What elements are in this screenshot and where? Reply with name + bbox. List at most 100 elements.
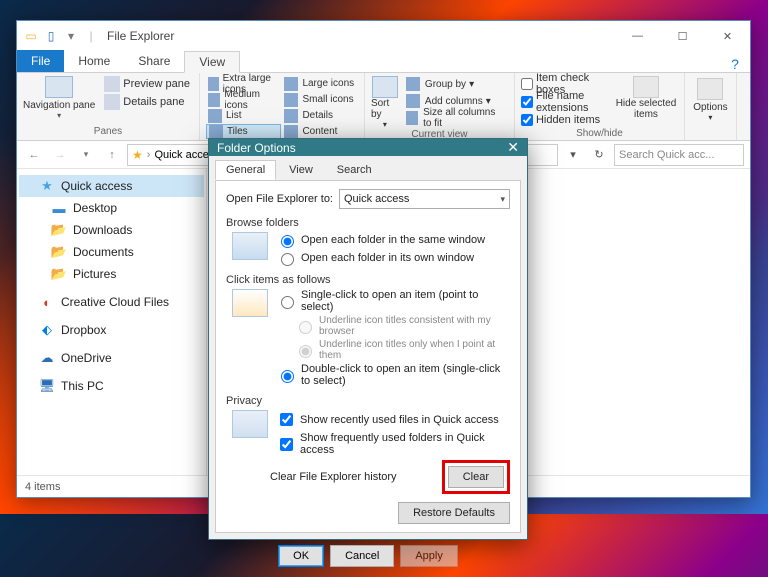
minimize-button[interactable]: — xyxy=(615,21,660,51)
navigation-pane-button[interactable]: Navigation pane ▾ xyxy=(23,76,95,120)
sidebar-item-creative-cloud[interactable]: ◐Creative Cloud Files xyxy=(19,291,204,313)
layout-medium-icon xyxy=(208,93,220,107)
click-items-group: Click items as follows Single-click to o… xyxy=(226,274,510,387)
group-label-show-hide: Show/hide xyxy=(521,128,678,139)
chevron-down-icon: ▾ xyxy=(500,194,505,205)
layout-list-icon xyxy=(208,109,222,123)
tab-file[interactable]: File xyxy=(17,50,64,72)
radio-underline-point: Underline icon titles only when I point … xyxy=(276,339,510,361)
apply-button[interactable]: Apply xyxy=(400,545,458,567)
new-folder-icon[interactable]: ▯ xyxy=(43,28,59,44)
layout-list[interactable]: List xyxy=(206,108,282,123)
history-dropdown-button[interactable]: ▾ xyxy=(562,148,584,161)
this-pc-icon: 🖥 xyxy=(39,378,55,394)
privacy-legend: Privacy xyxy=(226,395,510,407)
sidebar-item-documents[interactable]: 📂Documents xyxy=(19,241,204,263)
nav-up-button[interactable]: ↑ xyxy=(101,144,123,166)
sort-by-button[interactable]: Sort by▾ xyxy=(371,76,399,129)
dialog-tab-search[interactable]: Search xyxy=(326,160,383,180)
click-items-icon xyxy=(232,289,268,317)
radio-single-click[interactable]: Single-click to open an item (point to s… xyxy=(276,289,510,313)
navigation-pane-label: Navigation pane xyxy=(23,100,95,111)
ribbon: Navigation pane ▾ Preview pane Details p… xyxy=(17,73,750,141)
options-button[interactable]: Options ▾ xyxy=(685,73,737,140)
sidebar-item-onedrive[interactable]: ☁OneDrive xyxy=(19,347,204,369)
desktop-icon: ▬ xyxy=(51,200,67,216)
layout-tiles[interactable]: Tiles xyxy=(206,124,282,139)
details-pane-icon xyxy=(104,94,120,110)
tab-home[interactable]: Home xyxy=(64,50,124,72)
preview-pane-icon xyxy=(104,76,120,92)
search-input[interactable]: Search Quick acc... xyxy=(614,144,744,166)
tab-view[interactable]: View xyxy=(184,51,240,73)
dialog-body: Open File Explorer to: Quick access ▾ Br… xyxy=(215,180,521,533)
radio-double-click[interactable]: Double-click to open an item (single-cli… xyxy=(276,363,510,387)
dialog-close-button[interactable]: ✕ xyxy=(507,139,519,156)
ribbon-group-current-view: Sort by▾ Group by▾ Add columns▾ Size all… xyxy=(365,73,515,140)
details-pane-button[interactable]: Details pane xyxy=(101,94,193,110)
creative-cloud-icon: ◐ xyxy=(39,294,55,310)
layout-large-icon xyxy=(284,77,298,91)
open-to-combobox[interactable]: Quick access ▾ xyxy=(339,189,510,209)
downloads-icon: 📂 xyxy=(51,222,67,238)
group-by-icon xyxy=(406,77,420,91)
browse-folders-icon xyxy=(232,232,268,260)
sidebar-item-dropbox[interactable]: ⬖Dropbox xyxy=(19,319,204,341)
dialog-footer: OK Cancel Apply xyxy=(209,539,527,577)
sort-by-icon xyxy=(372,76,398,98)
file-extensions-checkbox[interactable]: File name extensions xyxy=(521,94,608,110)
clear-button[interactable]: Clear xyxy=(448,466,504,488)
checkbox-frequent-folders[interactable]: Show frequently used folders in Quick ac… xyxy=(276,432,510,456)
quick-access-toolbar: ▭ ▯ ▾ | xyxy=(23,28,99,44)
dialog-tabs: General View Search xyxy=(209,156,527,180)
navigation-pane-icon xyxy=(45,76,73,98)
group-by-button[interactable]: Group by▾ xyxy=(403,76,508,92)
ok-button[interactable]: OK xyxy=(278,545,324,567)
sidebar-item-this-pc[interactable]: 🖥This PC xyxy=(19,375,204,397)
options-icon xyxy=(697,78,723,100)
add-columns-icon xyxy=(406,94,420,108)
layout-details[interactable]: Details xyxy=(282,108,358,123)
layout-content[interactable]: Content xyxy=(282,124,358,139)
tab-share[interactable]: Share xyxy=(124,50,184,72)
browse-folders-legend: Browse folders xyxy=(226,217,510,229)
layout-small[interactable]: Small icons xyxy=(282,92,358,107)
sidebar-item-desktop[interactable]: ▬Desktop xyxy=(19,197,204,219)
layout-extra-large-icon xyxy=(208,77,219,91)
restore-defaults-button[interactable]: Restore Defaults xyxy=(398,502,510,524)
hide-selected-button[interactable]: Hide selected items xyxy=(614,76,678,128)
window-title: File Explorer xyxy=(107,29,174,43)
hidden-items-checkbox[interactable]: Hidden items xyxy=(521,112,608,128)
status-item-count: 4 items xyxy=(25,481,60,493)
close-button[interactable]: ✕ xyxy=(705,21,750,51)
dialog-tab-view[interactable]: View xyxy=(278,160,324,180)
properties-icon[interactable]: ▾ xyxy=(63,28,79,44)
layout-large[interactable]: Large icons xyxy=(282,76,358,91)
nav-history-button[interactable]: ▾ xyxy=(75,144,97,166)
sidebar-item-quick-access[interactable]: ★Quick access xyxy=(19,175,204,197)
refresh-button[interactable]: ↻ xyxy=(588,148,610,161)
maximize-button[interactable]: ☐ xyxy=(660,21,705,51)
size-columns-button[interactable]: Size all columns to fit xyxy=(403,110,508,126)
nav-back-button[interactable]: ← xyxy=(23,144,45,166)
dialog-titlebar: Folder Options ✕ xyxy=(209,139,527,156)
titlebar: ▭ ▯ ▾ | File Explorer — ☐ ✕ xyxy=(17,21,750,51)
privacy-group: Privacy Show recently used files in Quic… xyxy=(226,395,510,494)
nav-forward-button[interactable]: → xyxy=(49,144,71,166)
layout-medium[interactable]: Medium icons xyxy=(206,92,282,107)
radio-same-window[interactable]: Open each folder in the same window xyxy=(276,232,485,248)
layout-content-icon xyxy=(284,125,298,139)
radio-own-window[interactable]: Open each folder in its own window xyxy=(276,250,485,266)
checkbox-recent-files[interactable]: Show recently used files in Quick access xyxy=(276,410,510,429)
click-items-legend: Click items as follows xyxy=(226,274,510,286)
clear-history-label: Clear File Explorer history xyxy=(270,471,397,483)
dialog-tab-general[interactable]: General xyxy=(215,160,276,180)
ribbon-group-show-hide: Item check boxes File name extensions Hi… xyxy=(515,73,685,140)
onedrive-icon: ☁ xyxy=(39,350,55,366)
dialog-title: Folder Options xyxy=(217,141,296,155)
sidebar-item-downloads[interactable]: 📂Downloads xyxy=(19,219,204,241)
cancel-button[interactable]: Cancel xyxy=(330,545,394,567)
sidebar-item-pictures[interactable]: 📂Pictures xyxy=(19,263,204,285)
preview-pane-button[interactable]: Preview pane xyxy=(101,76,193,92)
help-icon[interactable]: ? xyxy=(720,56,750,72)
